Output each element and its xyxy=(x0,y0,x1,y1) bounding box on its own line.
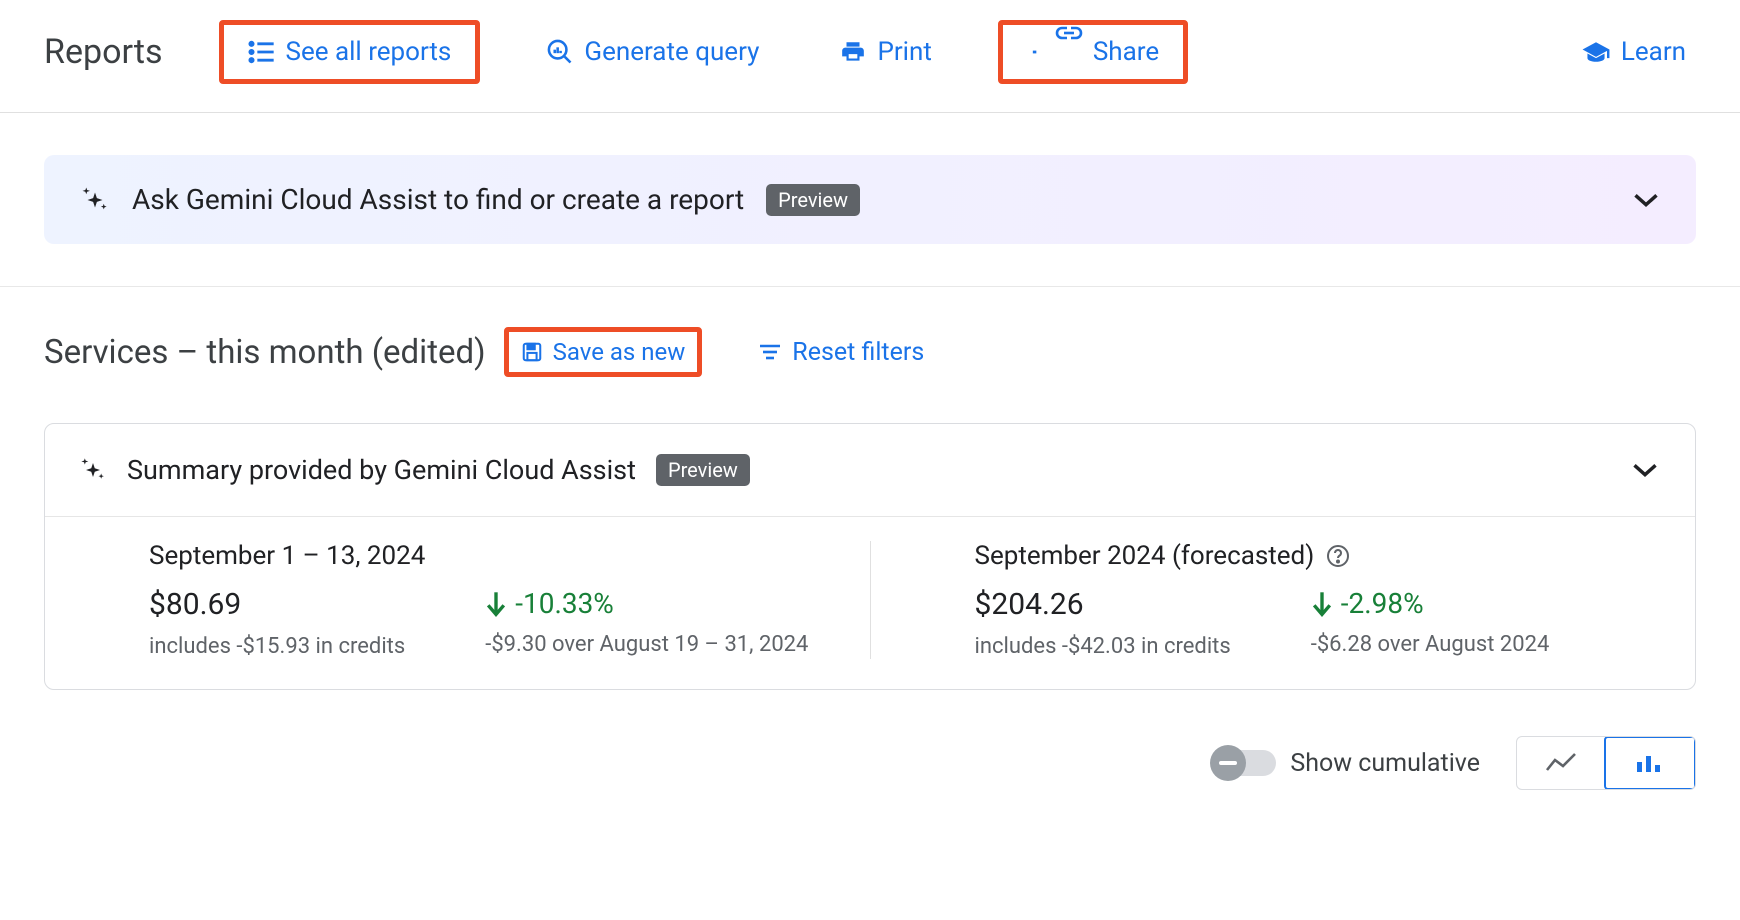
link-icon xyxy=(1027,42,1083,62)
see-all-reports-highlight: See all reports xyxy=(219,20,481,84)
current-period-label: September 1 – 13, 2024 xyxy=(149,541,425,571)
summary-current-period: September 1 – 13, 2024 $80.69 includes -… xyxy=(45,541,871,659)
reset-filters-button[interactable]: Reset filters xyxy=(758,338,924,367)
generate-query-button[interactable]: Generate query xyxy=(532,29,773,75)
line-chart-button[interactable] xyxy=(1517,737,1605,789)
chart-type-toggle xyxy=(1516,736,1696,790)
page-title: Reports xyxy=(44,32,163,72)
chevron-down-icon xyxy=(1631,461,1659,479)
toggle-knob xyxy=(1210,745,1246,781)
summary-forecast-period: September 2024 (forecasted) $204.26 incl… xyxy=(871,541,1696,659)
print-label: Print xyxy=(877,37,931,67)
summary-card: Summary provided by Gemini Cloud Assist … xyxy=(44,423,1696,690)
learn-icon xyxy=(1581,41,1611,63)
line-chart-icon xyxy=(1545,752,1577,774)
forecast-period-label: September 2024 (forecasted) xyxy=(975,541,1315,571)
see-all-reports-label: See all reports xyxy=(286,37,452,67)
filter-reset-icon xyxy=(758,342,782,362)
current-amount: $80.69 xyxy=(149,587,405,622)
gemini-banner-text: Ask Gemini Cloud Assist to find or creat… xyxy=(132,183,744,216)
save-icon xyxy=(521,341,543,363)
learn-label: Learn xyxy=(1621,37,1686,67)
forecast-amount: $204.26 xyxy=(975,587,1231,622)
print-icon xyxy=(839,39,867,65)
current-delta-pct: -10.33% xyxy=(515,587,614,620)
preview-badge: Preview xyxy=(766,184,860,216)
forecast-delta-pct: -2.98% xyxy=(1341,587,1424,620)
reset-filters-label: Reset filters xyxy=(792,338,924,367)
summary-title: Summary provided by Gemini Cloud Assist xyxy=(127,454,636,486)
arrow-down-icon xyxy=(1311,591,1333,617)
help-icon[interactable] xyxy=(1326,544,1350,568)
share-label: Share xyxy=(1093,37,1159,67)
preview-badge: Preview xyxy=(656,454,750,486)
show-cumulative-toggle[interactable]: Show cumulative xyxy=(1214,749,1480,778)
toggle-track xyxy=(1214,750,1276,776)
learn-button[interactable]: Learn xyxy=(1567,29,1700,75)
save-as-new-label: Save as new xyxy=(553,338,686,366)
top-actions: See all reports Generate query xyxy=(219,20,1189,84)
chart-controls: Show cumulative xyxy=(0,690,1740,790)
bar-chart-button[interactable] xyxy=(1604,736,1696,790)
arrow-down-icon xyxy=(485,591,507,617)
query-search-icon xyxy=(546,38,574,66)
gemini-assist-banner[interactable]: Ask Gemini Cloud Assist to find or creat… xyxy=(44,155,1696,244)
print-button[interactable]: Print xyxy=(825,29,945,75)
share-button[interactable]: Share xyxy=(1013,29,1173,75)
bar-chart-icon xyxy=(1634,752,1666,774)
show-cumulative-label: Show cumulative xyxy=(1290,749,1480,778)
summary-body: September 1 – 13, 2024 $80.69 includes -… xyxy=(45,517,1695,689)
current-credits: includes -$15.93 in credits xyxy=(149,634,405,659)
share-highlight: Share xyxy=(998,20,1188,84)
sparkles-icon xyxy=(80,185,110,215)
top-bar: Reports See all reports xyxy=(0,0,1740,113)
forecast-delta-detail: -$6.28 over August 2024 xyxy=(1311,632,1550,657)
list-icon xyxy=(248,40,276,64)
current-delta: -10.33% xyxy=(485,587,614,620)
chevron-down-icon xyxy=(1632,191,1660,209)
sparkles-icon xyxy=(79,456,107,484)
save-as-new-button[interactable]: Save as new xyxy=(504,327,703,377)
generate-query-label: Generate query xyxy=(584,37,759,67)
report-header: Services – this month (edited) Save as n… xyxy=(0,287,1740,377)
summary-card-header[interactable]: Summary provided by Gemini Cloud Assist … xyxy=(45,424,1695,517)
current-delta-detail: -$9.30 over August 19 – 31, 2024 xyxy=(485,632,808,657)
forecast-delta: -2.98% xyxy=(1311,587,1424,620)
forecast-credits: includes -$42.03 in credits xyxy=(975,634,1231,659)
see-all-reports-button[interactable]: See all reports xyxy=(234,29,466,75)
report-title: Services – this month (edited) xyxy=(44,333,486,372)
